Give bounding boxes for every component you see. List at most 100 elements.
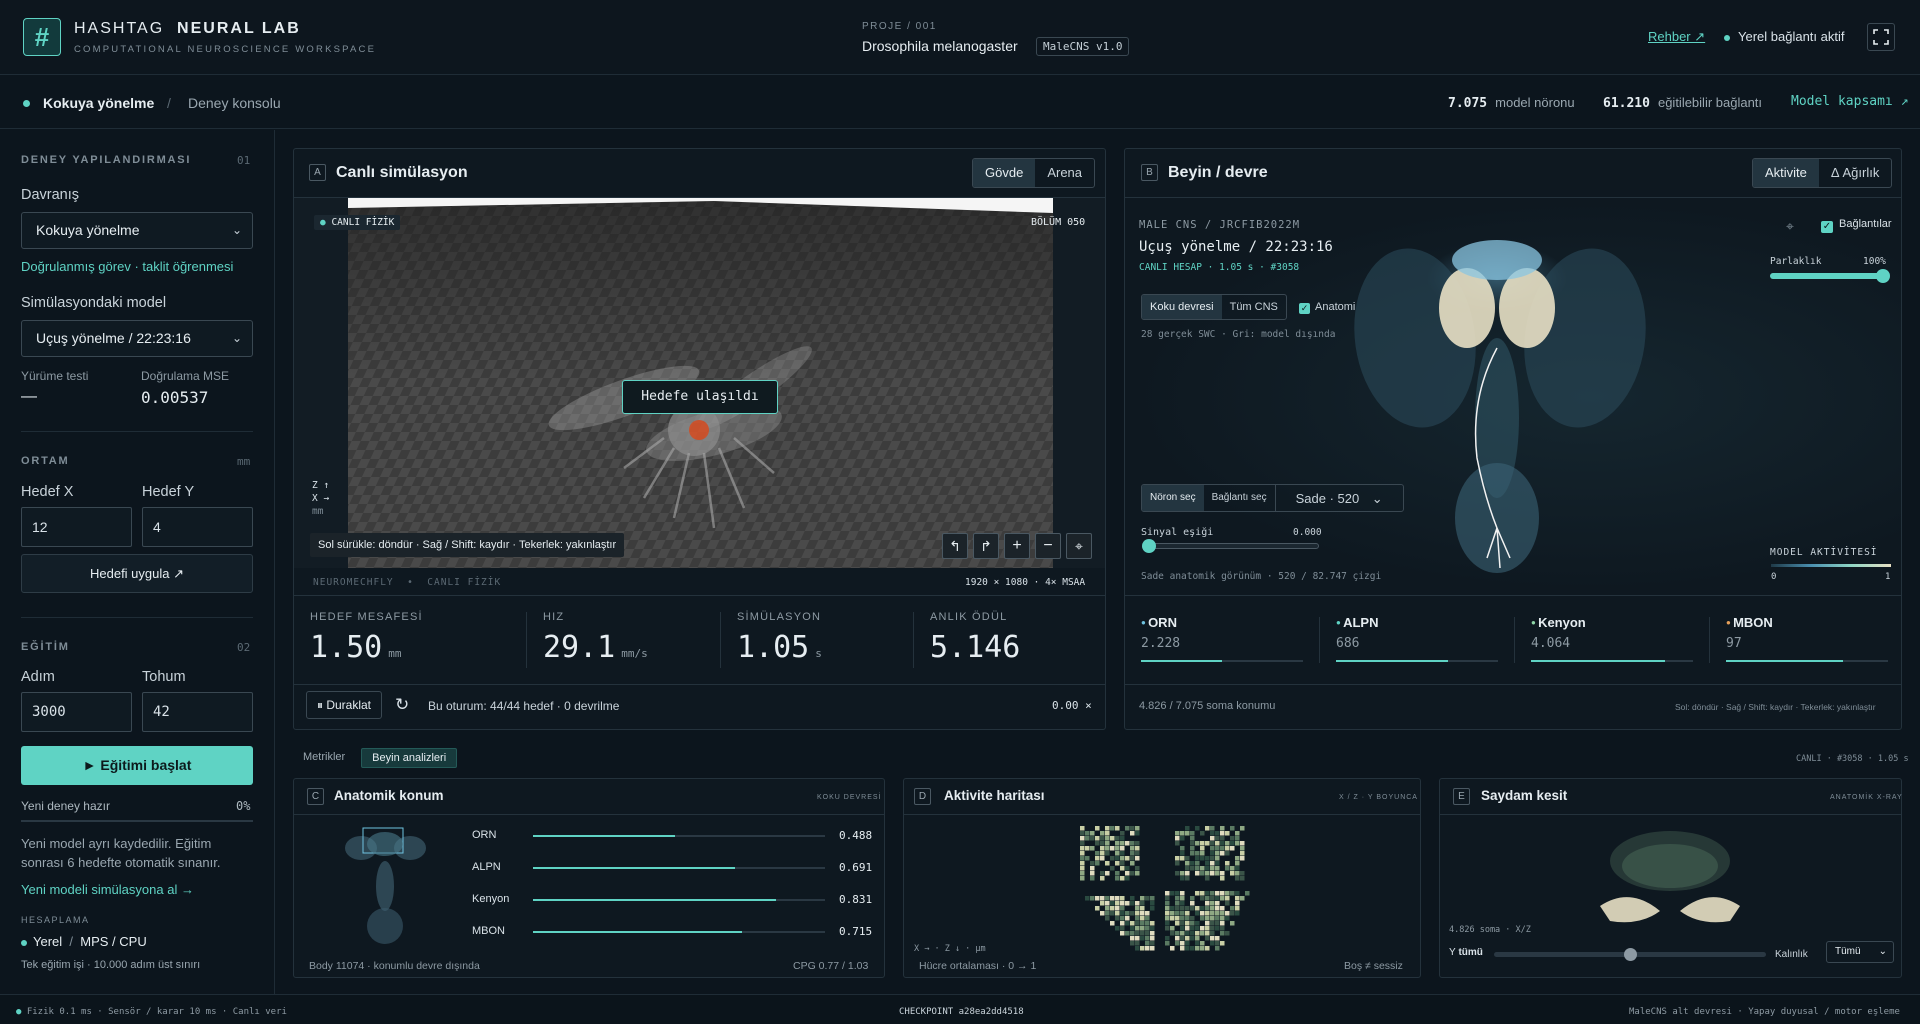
threshold-slider-thumb[interactable] (1142, 539, 1156, 553)
guide-link[interactable]: Rehber ↗ (1648, 29, 1705, 45)
group-dot-icon: ● (1726, 618, 1734, 627)
heatmap-cell (1165, 941, 1170, 946)
heatmap-cell (1125, 856, 1130, 861)
panel-letter: B (1141, 164, 1158, 181)
zoom-in-icon[interactable]: + (1004, 533, 1030, 559)
anatomy-checkbox[interactable]: ✓ Anatomi (1299, 301, 1355, 314)
heatmap-cell (1210, 856, 1215, 861)
render-mode-select[interactable]: Sade · 520 ⌄ (1274, 485, 1403, 511)
tab-activity[interactable]: Aktivite (1753, 159, 1819, 187)
tab-body[interactable]: Gövde (973, 159, 1036, 187)
model-select-value: Uçuş yönelme / 22:23:16 (36, 330, 191, 346)
tab-brain-analyses[interactable]: Beyin analizleri (361, 748, 458, 768)
brain-mode-toggle: Aktivite Δ Ağırlık (1752, 158, 1893, 188)
heatmap-cell (1235, 906, 1240, 911)
heatmap-cell (1110, 921, 1115, 926)
status-dot-icon (21, 939, 27, 946)
heatmap-cell (1230, 921, 1235, 926)
step-input[interactable]: 3000 (21, 692, 132, 732)
heatmap-cell (1085, 896, 1090, 901)
heatmap-cell (1130, 901, 1135, 906)
rotate-left-icon[interactable]: ↰ (942, 533, 968, 559)
fullscreen-button[interactable] (1867, 23, 1895, 51)
target-y-input[interactable]: 4 (142, 507, 253, 547)
heatmap-cell (1195, 931, 1200, 936)
heatmap-cell (1200, 846, 1205, 851)
heatmap-cell (1125, 916, 1130, 921)
thickness-select[interactable]: Tümü ⌄ (1826, 941, 1894, 963)
panel-title: Anatomik konum (334, 788, 444, 803)
apply-target-button[interactable]: Hedefi uygula ↗ (21, 554, 253, 593)
heatmap-cell (1120, 916, 1125, 921)
target-x-input[interactable]: 12 (21, 507, 132, 547)
start-training-button[interactable]: ► Eğitimi başlat (21, 746, 253, 785)
breadcrumb-behavior[interactable]: Kokuya yönelme (43, 95, 154, 111)
behavior-select[interactable]: Kokuya yönelme ⌄ (21, 212, 253, 249)
activity-legend-bar (1771, 564, 1891, 567)
heatmap-cell (1115, 826, 1120, 831)
heatmap-cell (1235, 911, 1240, 916)
heatmap-cell (1185, 936, 1190, 941)
divider (526, 612, 527, 668)
walk-test-label: Yürüme testi (21, 369, 89, 383)
checkpoint-label: CHECKPOINT a28ea2dd4518 (899, 1007, 1024, 1017)
heatmap-cell (1080, 856, 1085, 861)
tab-select-connection[interactable]: Bağlantı seç (1204, 485, 1275, 511)
metric-unit: mm/s (621, 647, 648, 660)
heatmap-cell (1135, 831, 1140, 836)
pause-button[interactable]: ⏸ Duraklat (306, 691, 383, 719)
xray-soma-note: 4.826 soma · X/Z (1449, 925, 1531, 935)
model-select[interactable]: Uçuş yönelme / 22:23:16 ⌄ (21, 320, 253, 357)
heatmap-cell (1210, 936, 1215, 941)
heatmap-cell (1210, 896, 1215, 901)
load-model-link[interactable]: Yeni modeli simülasyona al → (21, 882, 194, 897)
project-version-badge: MaleCNS v1.0 (1036, 37, 1130, 56)
brightness-slider-thumb[interactable] (1876, 269, 1890, 283)
divider (1319, 617, 1320, 663)
heatmap-cell (1210, 901, 1215, 906)
heatmap-cell (1235, 901, 1240, 906)
panel-tag: X / Z · Y BOYUNCA (1339, 794, 1418, 801)
heatmap-cell (1200, 911, 1205, 916)
mse-label: Doğrulama MSE (141, 369, 230, 383)
heatmap-cell (1200, 841, 1205, 846)
heatmap-cell (1210, 911, 1215, 916)
y-slice-slider[interactable] (1494, 948, 1766, 961)
threshold-slider[interactable] (1142, 539, 1319, 553)
zoom-out-icon[interactable]: − (1035, 533, 1061, 559)
heatmap-cell (1120, 921, 1125, 926)
tab-full-cns[interactable]: Tüm CNS (1222, 295, 1286, 319)
heatmap-cell (1240, 826, 1245, 831)
heatmap-cell (1215, 836, 1220, 841)
tab-weight-delta[interactable]: Δ Ağırlık (1819, 159, 1891, 187)
heatmap-cell (1080, 836, 1085, 841)
crosshair-icon[interactable]: ⌖ (1786, 218, 1794, 235)
heatmap-cell (1210, 866, 1215, 871)
heatmap-cell (1225, 916, 1230, 921)
seed-input[interactable]: 42 (142, 692, 253, 732)
rotate-right-icon[interactable]: ↱ (973, 533, 999, 559)
heatmap-cell (1105, 916, 1110, 921)
heatmap-cell (1230, 866, 1235, 871)
reset-icon[interactable]: ↻ (395, 695, 409, 715)
heatmap-cell (1165, 906, 1170, 911)
heatmap-cell (1205, 861, 1210, 866)
tab-select-neuron[interactable]: Nöron seç (1142, 485, 1204, 511)
heatmap-cell (1145, 911, 1150, 916)
compute-separator: / (69, 934, 74, 949)
y-slice-slider-thumb[interactable] (1624, 948, 1637, 961)
model-scope-link[interactable]: Model kapsamı ↗ (1791, 94, 1908, 109)
heatmap-cell (1180, 846, 1185, 851)
tab-arena[interactable]: Arena (1035, 159, 1094, 187)
connections-checkbox[interactable]: ✓ Bağlantılar (1821, 218, 1892, 233)
recenter-icon[interactable]: ⌖ (1066, 533, 1092, 559)
brightness-slider[interactable] (1770, 269, 1890, 283)
heatmap-cell (1180, 911, 1185, 916)
tab-odor-circuit[interactable]: Koku devresi (1142, 295, 1222, 319)
heatmap-cell (1115, 861, 1120, 866)
heatmap-cell (1195, 851, 1200, 856)
heatmap-cell (1225, 896, 1230, 901)
heatmap-cell (1095, 836, 1100, 841)
trainable-value: 61.210 (1603, 96, 1650, 111)
tab-metrics[interactable]: Metrikler (293, 748, 355, 768)
